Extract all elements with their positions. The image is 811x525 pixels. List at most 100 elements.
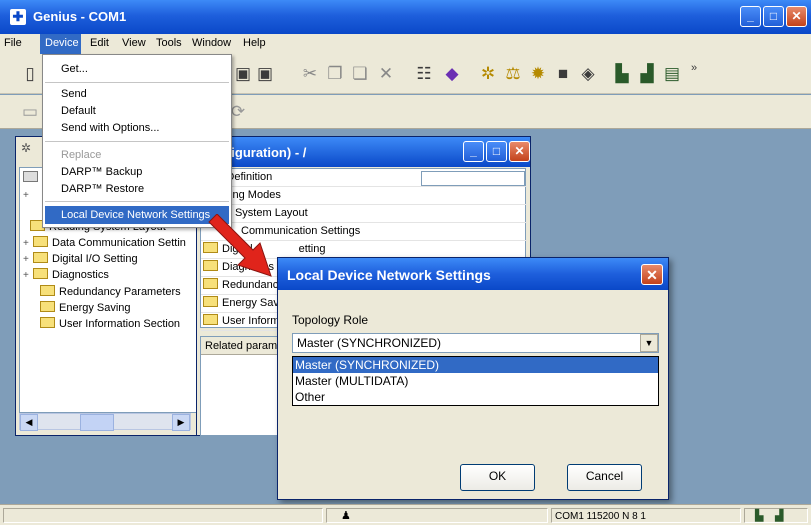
menu-bar: File Device Edit View Tools Window Help bbox=[0, 34, 811, 54]
menu-item-send-options[interactable]: Send with Options... bbox=[61, 122, 159, 134]
status-bar: ♟ COM1 115200 N 8 1 ▙ ▟ bbox=[0, 504, 811, 525]
tree-item[interactable]: + Data Communication Settin bbox=[23, 235, 186, 251]
scroll-left-icon[interactable]: ◀ bbox=[20, 414, 38, 431]
app-title-bar: ✚ Genius - COM1 _ □ ✕ bbox=[0, 0, 811, 34]
folder-icon bbox=[40, 317, 55, 328]
book-icon[interactable]: ◆ bbox=[442, 64, 462, 84]
cut-icon[interactable]: ✂ bbox=[300, 64, 320, 84]
menu-separator bbox=[45, 141, 229, 142]
tree-root[interactable] bbox=[23, 170, 42, 186]
close-button[interactable]: ✕ bbox=[786, 6, 807, 27]
config-title-bar: nfiguration) - / _ □ ✕ bbox=[197, 137, 530, 167]
option-master-synchronized[interactable]: Master (SYNCHRONIZED) bbox=[293, 357, 658, 373]
minimize-button[interactable]: _ bbox=[740, 6, 761, 27]
menu-item-default[interactable]: Default bbox=[61, 105, 96, 117]
panel-icon: ✲ bbox=[21, 141, 32, 155]
topology-options-list: Master (SYNCHRONIZED) Master (MULTIDATA)… bbox=[292, 356, 659, 406]
dialog-title: Local Device Network Settings bbox=[287, 267, 491, 283]
selected-value: Master (SYNCHRONIZED) bbox=[297, 336, 442, 350]
tree-item[interactable]: Energy Saving bbox=[40, 300, 131, 316]
cancel-button[interactable]: Cancel bbox=[567, 464, 642, 491]
disconnect-icon[interactable]: ▟ bbox=[637, 64, 657, 84]
scroll-thumb[interactable] bbox=[80, 414, 114, 431]
gear-icon[interactable]: ✲ bbox=[478, 64, 498, 84]
menu-item-replace[interactable]: Replace bbox=[61, 149, 101, 161]
network-status-icon: ▙ bbox=[755, 510, 764, 522]
expand-icon: + bbox=[23, 270, 29, 281]
menu-item-darp-backup[interactable]: DARP™ Backup bbox=[61, 166, 142, 178]
toolbar-overflow-icon[interactable]: » bbox=[684, 58, 704, 78]
expand-icon: + bbox=[23, 254, 29, 265]
menu-item-local-network[interactable]: Local Device Network Settings bbox=[61, 209, 210, 221]
pointer-arrow-icon bbox=[208, 214, 272, 277]
dialog-title-bar: Local Device Network Settings ✕ bbox=[278, 258, 668, 290]
horizontal-scrollbar[interactable]: ◀ ▶ bbox=[19, 413, 191, 431]
monitor-icon[interactable]: ■ bbox=[553, 64, 573, 84]
device-icon[interactable]: ✹ bbox=[528, 64, 548, 84]
expand-icon: + bbox=[23, 190, 29, 201]
menu-separator bbox=[45, 82, 229, 83]
menu-item-send[interactable]: Send bbox=[61, 88, 87, 100]
menu-file[interactable]: File bbox=[4, 37, 22, 49]
config-maximize-button[interactable]: □ bbox=[486, 141, 507, 162]
menu-item-get[interactable]: Get... bbox=[61, 63, 88, 75]
menu-device[interactable]: Device bbox=[45, 37, 79, 49]
local-network-dialog: Local Device Network Settings ✕ Topology… bbox=[277, 257, 669, 500]
save-icon[interactable]: ▣ bbox=[233, 64, 253, 84]
folder-icon bbox=[33, 236, 48, 247]
open-folder-icon[interactable]: ▭ bbox=[20, 102, 40, 122]
menu-tools[interactable]: Tools bbox=[156, 37, 182, 49]
tree-item[interactable]: Redundancy Parameters bbox=[40, 284, 181, 300]
copy-icon[interactable]: ❐ bbox=[325, 64, 345, 84]
new-file-icon[interactable]: ▯ bbox=[20, 64, 40, 84]
table-row[interactable]: ode Definition bbox=[201, 169, 527, 187]
status-cell: ▙ ▟ bbox=[744, 508, 808, 523]
folder-icon bbox=[33, 268, 48, 279]
ok-button[interactable]: OK bbox=[460, 464, 535, 491]
folder-icon bbox=[203, 278, 218, 289]
scroll-right-icon[interactable]: ▶ bbox=[172, 414, 190, 431]
config-minimize-button[interactable]: _ bbox=[463, 141, 484, 162]
tree-item[interactable]: + Diagnostics bbox=[23, 267, 109, 283]
folder-icon bbox=[40, 301, 55, 312]
config-title: nfiguration) - / bbox=[219, 145, 307, 160]
folder-icon bbox=[203, 314, 218, 325]
port-status-icon: ▟ bbox=[775, 510, 784, 522]
user-icon: ♟ bbox=[341, 510, 351, 522]
menu-item-darp-restore[interactable]: DARP™ Restore bbox=[61, 183, 144, 195]
terminal-icon[interactable]: ▤ bbox=[662, 64, 682, 84]
topology-role-label: Topology Role bbox=[292, 313, 369, 327]
expand-icon: + bbox=[23, 238, 29, 249]
topology-role-select[interactable]: Master (SYNCHRONIZED) ▼ bbox=[292, 333, 659, 353]
menu-separator bbox=[45, 201, 229, 202]
chevron-down-icon[interactable]: ▼ bbox=[640, 334, 658, 352]
app-icon: ✚ bbox=[10, 9, 26, 25]
connect-icon[interactable]: ▙ bbox=[612, 64, 632, 84]
tree-expander[interactable]: + bbox=[23, 187, 33, 203]
app-title: Genius - COM1 bbox=[33, 9, 127, 24]
menu-help[interactable]: Help bbox=[243, 37, 266, 49]
folder-icon bbox=[203, 296, 218, 307]
status-cell: ♟ bbox=[326, 508, 548, 523]
balance-icon[interactable]: ⚖ bbox=[503, 64, 523, 84]
menu-view[interactable]: View bbox=[122, 37, 146, 49]
maximize-button[interactable]: □ bbox=[763, 6, 784, 27]
menu-edit[interactable]: Edit bbox=[90, 37, 109, 49]
tree-item[interactable]: User Information Section bbox=[40, 316, 180, 332]
status-cell bbox=[3, 508, 323, 523]
folder-icon bbox=[40, 285, 55, 296]
folder-icon bbox=[33, 252, 48, 263]
menu-window[interactable]: Window bbox=[192, 37, 231, 49]
option-other[interactable]: Other bbox=[293, 389, 658, 405]
paste-icon[interactable]: ❏ bbox=[350, 64, 370, 84]
table-row[interactable]: perating Modes bbox=[201, 187, 527, 205]
save-all-icon[interactable]: ▣ bbox=[255, 64, 275, 84]
list-icon[interactable]: ☷ bbox=[414, 64, 434, 84]
tree-item[interactable]: + Digital I/O Setting bbox=[23, 251, 138, 267]
dialog-close-button[interactable]: ✕ bbox=[641, 264, 663, 285]
option-master-multidata[interactable]: Master (MULTIDATA) bbox=[293, 373, 658, 389]
config-close-button[interactable]: ✕ bbox=[509, 141, 530, 162]
network-icon[interactable]: ◈ bbox=[578, 64, 598, 84]
root-icon bbox=[23, 171, 38, 182]
delete-icon[interactable]: ✕ bbox=[376, 64, 396, 84]
